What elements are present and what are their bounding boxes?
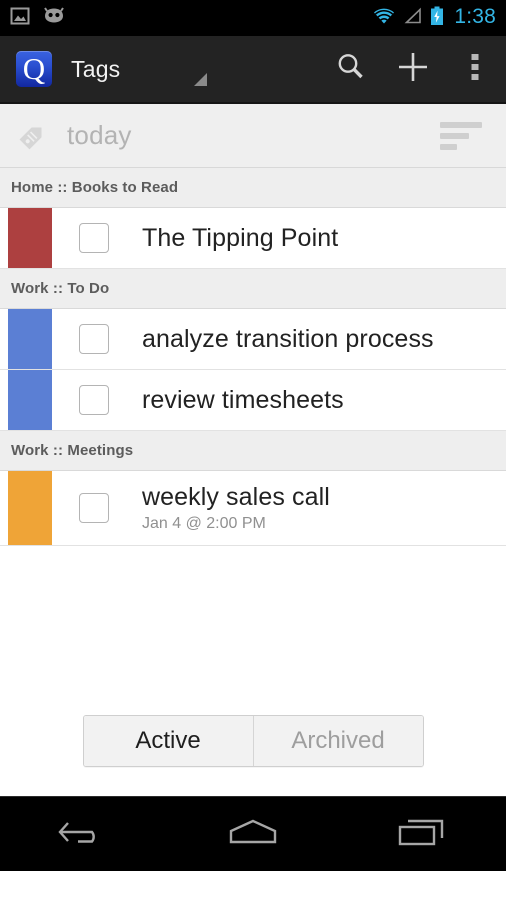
tab-active[interactable]: Active xyxy=(83,716,253,766)
task-content: analyze transition process xyxy=(52,309,506,369)
task-checkbox[interactable] xyxy=(79,324,109,354)
task-text-block: weekly sales call Jan 4 @ 2:00 PM xyxy=(142,482,330,535)
task-text-block: review timesheets xyxy=(142,385,344,415)
task-color-swatch xyxy=(8,471,52,545)
footer: Active Archived xyxy=(0,715,506,796)
task-row[interactable]: The Tipping Point xyxy=(0,208,506,269)
nav-recents-button[interactable] xyxy=(357,797,487,871)
section-header: Work :: Meetings xyxy=(0,431,506,471)
tag-icon xyxy=(14,117,52,155)
cyanogenmod-icon xyxy=(42,6,66,30)
status-system-icons: 1:38 xyxy=(372,5,496,31)
task-subtitle: Jan 4 @ 2:00 PM xyxy=(142,514,266,532)
recents-icon xyxy=(395,814,449,855)
task-text-block: analyze transition process xyxy=(142,324,434,354)
wifi-icon xyxy=(372,7,396,30)
status-bar: 1:38 xyxy=(0,0,506,36)
status-notification-icons xyxy=(10,6,66,31)
segmented-control: Active Archived xyxy=(82,715,424,767)
nav-home-button[interactable] xyxy=(188,797,318,871)
task-row[interactable]: weekly sales call Jan 4 @ 2:00 PM xyxy=(0,471,506,546)
search-button[interactable] xyxy=(320,35,382,103)
navigation-bar xyxy=(0,796,506,871)
sort-bar-3 xyxy=(440,143,457,150)
task-checkbox[interactable] xyxy=(79,223,109,253)
overflow-menu-icon xyxy=(471,52,479,87)
app-logo-letter: Q xyxy=(22,50,46,86)
back-arrow-icon xyxy=(56,815,112,854)
action-bar-buttons xyxy=(320,35,506,103)
section-header: Home :: Books to Read xyxy=(0,168,506,208)
page-title: Tags xyxy=(71,55,121,82)
cell-signal-icon xyxy=(403,7,423,30)
gallery-icon xyxy=(10,6,30,31)
home-icon xyxy=(225,815,281,854)
task-list: Home :: Books to Read The Tipping Point … xyxy=(0,168,506,546)
nav-back-button[interactable] xyxy=(19,797,149,871)
task-color-swatch xyxy=(8,309,52,369)
add-button[interactable] xyxy=(382,35,444,103)
filter-label: today xyxy=(67,120,132,150)
task-color-swatch xyxy=(8,208,52,268)
task-content: review timesheets xyxy=(52,370,506,430)
filter-bar[interactable]: today xyxy=(0,104,506,168)
task-text-block: The Tipping Point xyxy=(142,223,338,253)
list-empty-space xyxy=(0,546,506,715)
section-header: Work :: To Do xyxy=(0,269,506,309)
tab-archived[interactable]: Archived xyxy=(252,716,423,766)
status-clock: 1:38 xyxy=(454,5,496,28)
spinner-caret-icon[interactable] xyxy=(194,72,208,86)
task-color-swatch xyxy=(8,370,52,430)
task-row[interactable]: analyze transition process xyxy=(0,309,506,370)
task-title: The Tipping Point xyxy=(142,224,339,252)
sort-icon[interactable] xyxy=(440,121,482,150)
sort-bar-1 xyxy=(440,121,482,128)
task-title: analyze transition process xyxy=(142,325,434,353)
task-content: weekly sales call Jan 4 @ 2:00 PM xyxy=(52,471,506,545)
task-content: The Tipping Point xyxy=(52,208,506,268)
task-title: weekly sales call xyxy=(142,482,330,511)
task-checkbox[interactable] xyxy=(79,385,109,415)
plus-icon xyxy=(395,49,431,90)
search-icon xyxy=(334,50,368,89)
overflow-menu-button[interactable] xyxy=(444,35,506,103)
android-screen: 1:38 Q Tags today Home:: Books to Read … xyxy=(0,0,506,900)
sort-bar-2 xyxy=(440,132,469,139)
app-logo-icon[interactable]: Q xyxy=(16,51,52,87)
task-title: review timesheets xyxy=(142,386,344,414)
action-bar: Q Tags xyxy=(0,36,506,104)
task-row[interactable]: review timesheets xyxy=(0,370,506,431)
battery-charging-icon xyxy=(430,6,444,31)
task-checkbox[interactable] xyxy=(79,493,109,523)
